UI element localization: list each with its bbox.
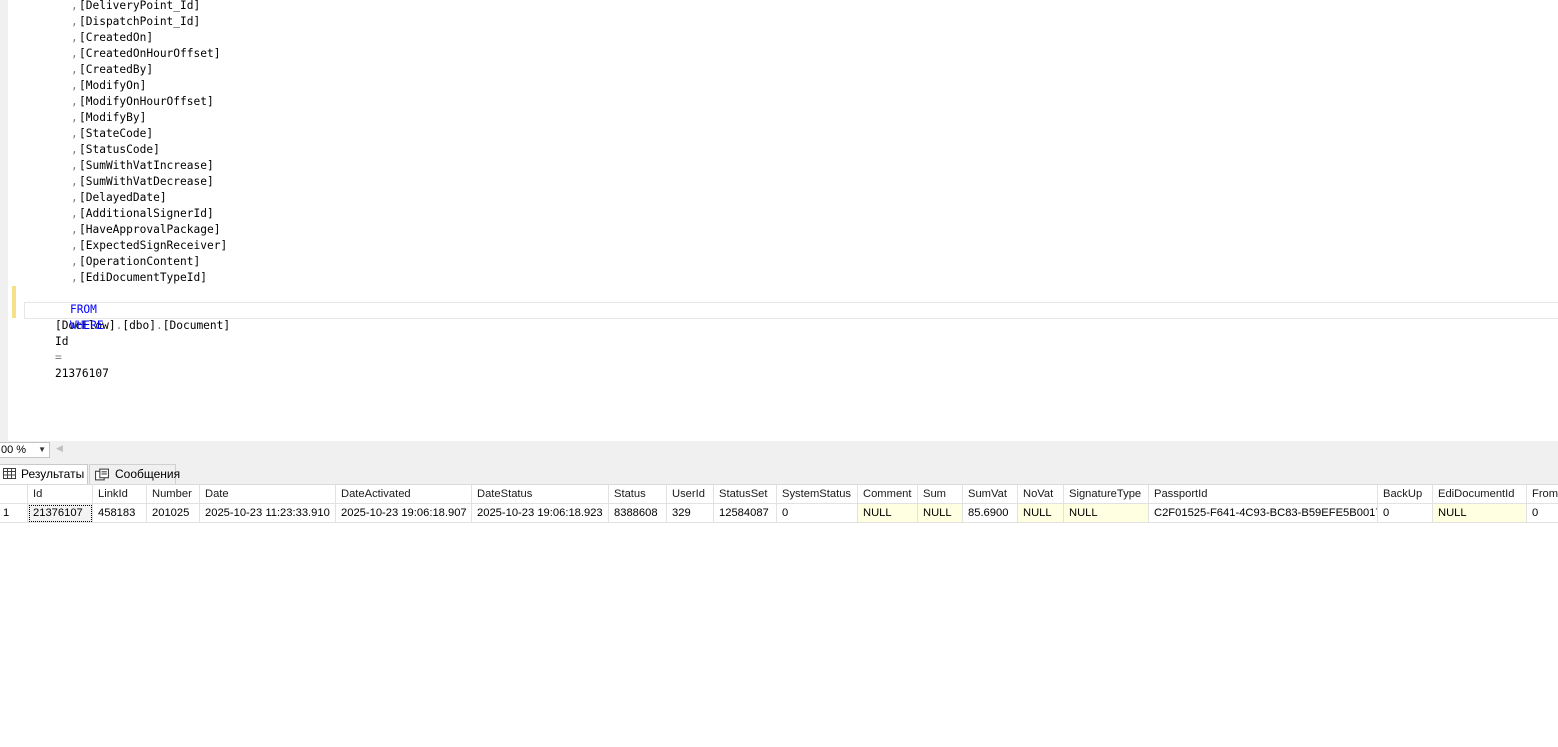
code-line: ,[SumWithVatDecrease]: [71, 175, 214, 188]
scroll-left-arrow-icon[interactable]: ◀: [56, 443, 63, 454]
messages-icon: [95, 468, 109, 481]
table-cell[interactable]: 458183: [93, 504, 147, 523]
table-cell[interactable]: NULL: [1018, 504, 1064, 523]
column-header[interactable]: Number: [147, 485, 200, 504]
table-cell[interactable]: NULL: [918, 504, 963, 523]
column-header[interactable]: DateStatus: [472, 485, 609, 504]
column-header[interactable]: Status: [609, 485, 667, 504]
column-header[interactable]: SumVat: [963, 485, 1018, 504]
code-line: ,[AdditionalSignerId]: [71, 207, 214, 220]
column-header[interactable]: LinkId: [93, 485, 147, 504]
code-line: ,[CreatedOnHourOffset]: [71, 47, 221, 60]
table-cell[interactable]: 2025-10-23 11:23:33.910: [200, 504, 336, 523]
code-line-where: WHERE Id = 21376107: [54, 319, 109, 380]
table-cell[interactable]: 0: [1378, 504, 1433, 523]
zoom-dropdown[interactable]: 00 % ▼: [0, 442, 50, 458]
code-line-from: FROM [DocFlow].[dbo].[Document]: [54, 303, 231, 332]
column-header[interactable]: NoVat: [1018, 485, 1064, 504]
column-header[interactable]: StatusSet: [714, 485, 777, 504]
results-grid[interactable]: Id LinkId Number Date DateActivated DateStatu…: [0, 485, 1558, 747]
table-cell[interactable]: 21376107: [28, 504, 93, 523]
code-line: ,[ModifyOn]: [71, 79, 147, 92]
change-marker: [12, 286, 16, 318]
column-header[interactable]: UserId: [667, 485, 714, 504]
table-cell[interactable]: 85.6900: [963, 504, 1018, 523]
tab-results[interactable]: Результаты: [0, 464, 88, 484]
code-line: ,[ModifyOnHourOffset]: [71, 95, 214, 108]
row-number[interactable]: 1: [0, 504, 28, 523]
tab-messages[interactable]: Сообщения: [89, 464, 180, 484]
table-cell[interactable]: 201025: [147, 504, 200, 523]
column-header[interactable]: Comment: [858, 485, 918, 504]
table-cell[interactable]: NULL: [1064, 504, 1149, 523]
grid-corner[interactable]: [0, 485, 28, 504]
editor-margin: [0, 0, 8, 441]
table-row[interactable]: 1 21376107 458183 201025 2025-10-23 11:23:33…: [0, 504, 1558, 523]
chevron-down-icon: ▼: [38, 445, 46, 454]
code-line: ,[HaveApprovalPackage]: [71, 223, 221, 236]
code-line: ,[DelayedDate]: [71, 191, 167, 204]
code-line: ,[StateCode]: [71, 127, 154, 140]
table-cell[interactable]: 2025-10-23 19:06:18.923: [472, 504, 609, 523]
code-line: ,[DeliveryPoint_Id]: [71, 0, 201, 12]
code-line: ,[CreatedBy]: [71, 63, 154, 76]
code-line: ,[ModifyBy]: [71, 111, 147, 124]
table-cell[interactable]: 2025-10-23 19:06:18.907: [336, 504, 472, 523]
tab-messages-label: Сообщения: [115, 467, 181, 481]
table-cell[interactable]: 12584087: [714, 504, 777, 523]
grid-icon: [3, 468, 16, 479]
code-line: ,[ExpectedSignReceiver]: [71, 239, 228, 252]
code-line: ,[SumWithVatIncrease]: [71, 159, 214, 172]
code-line: ,[OperationContent]: [71, 255, 201, 268]
code-line: ,[CreatedOn]: [71, 31, 154, 44]
column-header[interactable]: FromRo: [1527, 485, 1558, 504]
results-tabs: Результаты Сообщения: [0, 459, 1558, 485]
column-header[interactable]: Id: [28, 485, 93, 504]
tab-results-label: Результаты: [21, 467, 85, 481]
table-cell[interactable]: 0: [1527, 504, 1558, 523]
code-line: ,[StatusCode]: [71, 143, 160, 156]
table-cell[interactable]: C2F01525-F641-4C93-BC83-B59EFE5B0017: [1149, 504, 1378, 523]
column-header[interactable]: SystemStatus: [777, 485, 858, 504]
column-header[interactable]: Date: [200, 485, 336, 504]
code-line: ,[EdiDocumentTypeId]: [71, 271, 207, 284]
query-editor[interactable]: ,[DeliveryPoint_Id] ,[DispatchPoint_Id] ,[…: [0, 0, 1558, 441]
table-cell[interactable]: NULL: [858, 504, 918, 523]
column-header[interactable]: EdiDocumentId: [1433, 485, 1527, 504]
column-header[interactable]: DateActivated: [336, 485, 472, 504]
table-cell[interactable]: 0: [777, 504, 858, 523]
zoom-bar: 00 % ▼ ◀: [0, 441, 1558, 459]
column-header[interactable]: BackUp: [1378, 485, 1433, 504]
column-header[interactable]: Sum: [918, 485, 963, 504]
code-line: ,[DispatchPoint_Id]: [71, 15, 201, 28]
zoom-value: 00 %: [1, 444, 27, 456]
table-cell[interactable]: 329: [667, 504, 714, 523]
column-header[interactable]: PassportId: [1149, 485, 1378, 504]
column-header[interactable]: SignatureType: [1064, 485, 1149, 504]
table-cell[interactable]: 8388608: [609, 504, 667, 523]
grid-header-row: Id LinkId Number Date DateActivated DateStatu…: [0, 485, 1558, 504]
table-cell[interactable]: NULL: [1433, 504, 1527, 523]
current-line-highlight: [24, 302, 1558, 319]
